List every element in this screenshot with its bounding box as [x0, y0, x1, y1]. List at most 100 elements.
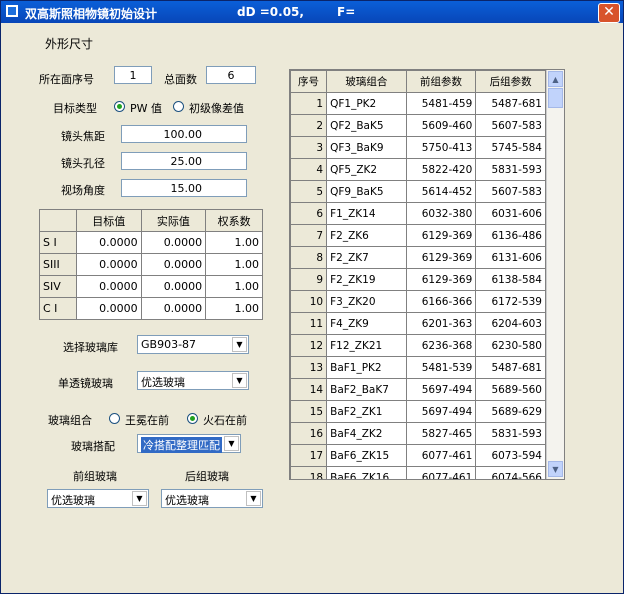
front-params-cell: 6166-366 — [405, 290, 477, 313]
radio-flint-first-label: 火石在前 — [203, 414, 247, 427]
radio-flint-first[interactable] — [187, 413, 198, 424]
table-row[interactable]: SIV 0.0000 0.0000 1.00 — [39, 275, 263, 298]
weight-cell[interactable]: 1.00 — [205, 253, 263, 276]
close-button[interactable]: ✕ — [598, 3, 620, 23]
chevron-down-icon[interactable]: ▼ — [232, 337, 247, 352]
combination-cell: F1_ZK14 — [326, 202, 407, 225]
header-target: 目标值 — [76, 209, 142, 232]
focal-length-input[interactable]: 100.00 — [121, 125, 247, 143]
scroll-up-button[interactable]: ▲ — [548, 71, 563, 87]
table-row[interactable]: 18 BaF6_ZK16 6077-461 6074-566 — [290, 466, 546, 479]
row-index: 14 — [290, 378, 328, 401]
front-params-cell: 6129-369 — [405, 246, 477, 269]
scroll-thumb[interactable] — [548, 88, 563, 108]
table-row[interactable]: 17 BaF6_ZK15 6077-461 6073-594 — [290, 444, 546, 467]
rear-params-cell: 6204-603 — [475, 312, 546, 335]
table-row[interactable]: 14 BaF2_BaK7 5697-494 5689-560 — [290, 378, 546, 401]
title-bar[interactable]: 双高斯照相物镜初始设计 dD =0.05, F= ✕ — [1, 1, 623, 23]
rear-params-cell: 5745-584 — [475, 136, 546, 159]
radio-primary-aberration[interactable] — [173, 101, 184, 112]
table-row[interactable]: 8 F2_ZK7 6129-369 6131-606 — [290, 246, 546, 269]
aperture-label: 镜头孔径 — [61, 157, 105, 170]
rear-group-glass-value: 优选玻璃 — [165, 494, 209, 507]
weight-cell[interactable]: 1.00 — [205, 275, 263, 298]
row-index: 7 — [290, 224, 328, 247]
table-row[interactable]: 1 QF1_PK2 5481-459 5487-681 — [290, 92, 546, 115]
table-row[interactable]: S I 0.0000 0.0000 1.00 — [39, 231, 263, 254]
target-cell[interactable]: 0.0000 — [76, 275, 142, 298]
front-params-cell: 6129-369 — [405, 268, 477, 291]
front-params-cell: 5750-413 — [405, 136, 477, 159]
glass-library-select[interactable]: GB903-87 ▼ — [137, 335, 249, 354]
table-row[interactable]: 12 F12_ZK21 6236-368 6230-580 — [290, 334, 546, 357]
row-index: 11 — [290, 312, 328, 335]
front-params-cell: 6236-368 — [405, 334, 477, 357]
row-index: 13 — [290, 356, 328, 379]
table-row[interactable]: 4 QF5_ZK2 5822-420 5831-593 — [290, 158, 546, 181]
table-row[interactable]: C I 0.0000 0.0000 1.00 — [39, 297, 263, 320]
front-params-cell: 5609-460 — [405, 114, 477, 137]
row-label: SIII — [39, 253, 77, 276]
front-params-cell: 5481-539 — [405, 356, 477, 379]
front-params-cell: 5827-465 — [405, 422, 477, 445]
row-index: 2 — [290, 114, 328, 137]
front-params-cell: 6077-461 — [405, 444, 477, 467]
table-row[interactable]: 6 F1_ZK14 6032-380 6031-606 — [290, 202, 546, 225]
glass-combination-label: 玻璃组合 — [48, 414, 92, 427]
front-group-glass-select[interactable]: 优选玻璃 ▼ — [47, 489, 149, 508]
target-type-label: 目标类型 — [53, 102, 97, 115]
total-surfaces-input[interactable]: 6 — [206, 66, 256, 84]
total-surfaces-label: 总面数 — [164, 73, 197, 86]
chevron-down-icon[interactable]: ▼ — [132, 491, 147, 506]
glass-library-value: GB903-87 — [141, 338, 197, 351]
front-group-glass-label: 前组玻璃 — [73, 470, 117, 483]
target-cell[interactable]: 0.0000 — [76, 253, 142, 276]
combination-cell: F4_ZK9 — [326, 312, 407, 335]
chevron-down-icon[interactable]: ▼ — [224, 436, 239, 451]
combination-cell: BaF6_ZK15 — [326, 444, 407, 467]
row-index: 12 — [290, 334, 328, 357]
header-front-params: 前组参数 — [405, 70, 477, 93]
row-index: 3 — [290, 136, 328, 159]
surface-index-input[interactable]: 1 — [114, 66, 152, 84]
weight-cell[interactable]: 1.00 — [205, 297, 263, 320]
rear-params-cell: 6136-486 — [475, 224, 546, 247]
table-row[interactable]: 11 F4_ZK9 6201-363 6204-603 — [290, 312, 546, 335]
list-header: 序号 玻璃组合 前组参数 后组参数 — [290, 70, 546, 93]
table-row[interactable]: SIII 0.0000 0.0000 1.00 — [39, 253, 263, 276]
rear-params-cell: 5487-681 — [475, 92, 546, 115]
table-row[interactable]: 5 QF9_BaK5 5614-452 5607-583 — [290, 180, 546, 203]
single-lens-glass-select[interactable]: 优选玻璃 ▼ — [137, 371, 249, 390]
table-row[interactable]: 2 QF2_BaK5 5609-460 5607-583 — [290, 114, 546, 137]
target-cell[interactable]: 0.0000 — [76, 297, 142, 320]
field-angle-input[interactable]: 15.00 — [121, 179, 247, 197]
table-row[interactable]: 9 F2_ZK19 6129-369 6138-584 — [290, 268, 546, 291]
combination-cell: QF2_BaK5 — [326, 114, 407, 137]
table-row[interactable]: 15 BaF2_ZK1 5697-494 5689-629 — [290, 400, 546, 423]
target-cell[interactable]: 0.0000 — [76, 231, 142, 254]
aperture-input[interactable]: 25.00 — [121, 152, 247, 170]
rear-params-cell: 5607-583 — [475, 114, 546, 137]
weight-cell[interactable]: 1.00 — [205, 231, 263, 254]
table-row[interactable]: 3 QF3_BaK9 5750-413 5745-584 — [290, 136, 546, 159]
front-params-cell: 5614-452 — [405, 180, 477, 203]
radio-pw[interactable] — [114, 101, 125, 112]
rear-group-glass-select[interactable]: 优选玻璃 ▼ — [161, 489, 263, 508]
vertical-scrollbar[interactable]: ▲ ▼ — [546, 70, 564, 479]
rear-params-cell: 5607-583 — [475, 180, 546, 203]
aberration-table: 目标值 实际值 权系数 S I 0.0000 0.0000 1.00 SIII … — [39, 209, 263, 320]
chevron-down-icon[interactable]: ▼ — [246, 491, 261, 506]
table-row[interactable]: 16 BaF4_ZK2 5827-465 5831-593 — [290, 422, 546, 445]
front-params-cell: 6201-363 — [405, 312, 477, 335]
glass-combination-list[interactable]: 序号 玻璃组合 前组参数 后组参数 1 QF1_PK2 5481-459 5487-6… — [289, 69, 565, 480]
glass-matching-select[interactable]: 冷搭配整理匹配 ▼ — [137, 434, 241, 453]
actual-cell: 0.0000 — [140, 297, 207, 320]
table-row[interactable]: 10 F3_ZK20 6166-366 6172-539 — [290, 290, 546, 313]
table-row[interactable]: 7 F2_ZK6 6129-369 6136-486 — [290, 224, 546, 247]
row-index: 15 — [290, 400, 328, 423]
table-row[interactable]: 13 BaF1_PK2 5481-539 5487-681 — [290, 356, 546, 379]
scroll-down-button[interactable]: ▼ — [548, 461, 563, 477]
actual-cell: 0.0000 — [140, 231, 207, 254]
radio-crown-first[interactable] — [109, 413, 120, 424]
chevron-down-icon[interactable]: ▼ — [232, 373, 247, 388]
